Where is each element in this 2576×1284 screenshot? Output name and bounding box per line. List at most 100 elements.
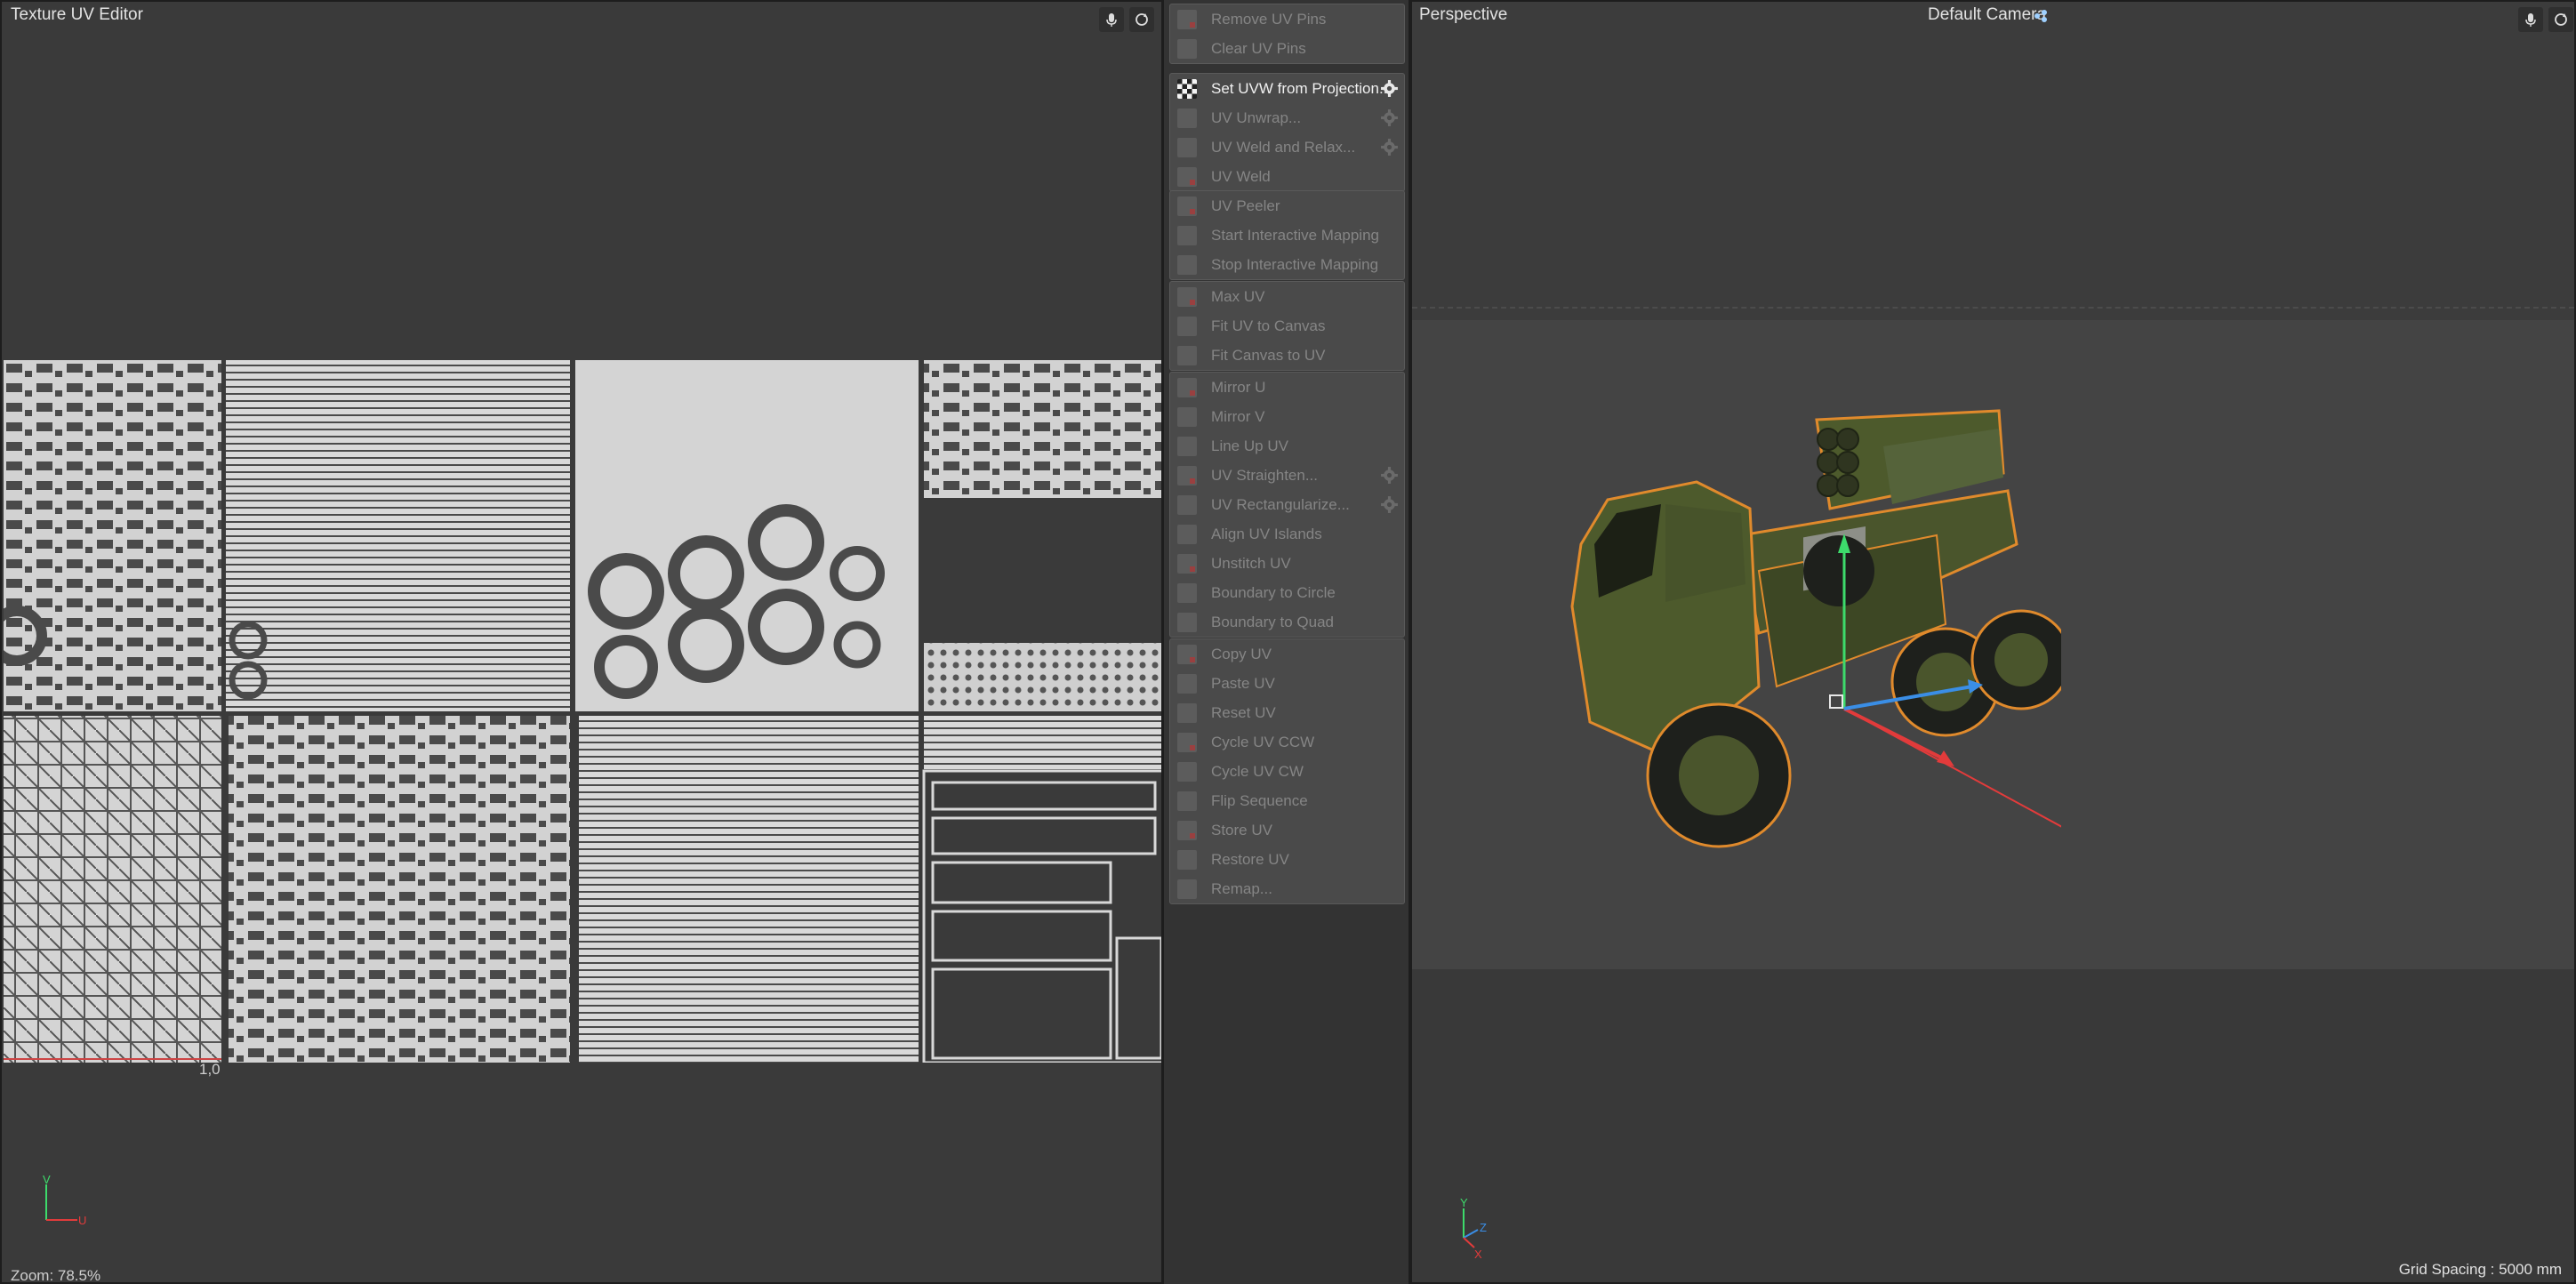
menu-item-uv-peeler[interactable]: UV Peeler (1170, 191, 1404, 221)
menu-item-label: Copy UV (1211, 645, 1272, 662)
menu-item-label: Fit UV to Canvas (1211, 317, 1326, 334)
uv-weld-icon (1177, 166, 1197, 187)
store-uv-icon (1177, 820, 1197, 840)
menu-item-reset-uv[interactable]: Reset UV (1170, 698, 1404, 727)
menu-group: Set UVW from Projection... UV Unwrap... UV… (1169, 73, 1405, 192)
menu-item-label: Reset UV (1211, 703, 1276, 721)
uv-weld-and-relax-icon (1177, 137, 1197, 157)
menu-item-align-uv-islands[interactable]: Align UV Islands (1170, 519, 1404, 549)
menu-item-uv-straighten[interactable]: UV Straighten... (1170, 461, 1404, 490)
zoom-label: Zoom: 78.5% (11, 1267, 101, 1284)
uv-tile (226, 360, 570, 711)
uv-unwrap-icon (1177, 108, 1197, 128)
perspective-viewport[interactable]: Perspective Default Camera Y Z X Grid Sp… (1410, 0, 2576, 1284)
menu-item-mirror-v[interactable]: Mirror V (1170, 402, 1404, 431)
menu-item-flip-sequence[interactable]: Flip Sequence (1170, 786, 1404, 815)
menu-item-label: Mirror U (1211, 378, 1266, 396)
uv-axis-v-label: V (43, 1176, 51, 1186)
start-interactive-mapping-icon (1177, 225, 1197, 245)
menu-group: Copy UV Paste UV Reset UV Cycle UV CCW Cycle… (1169, 638, 1405, 904)
menu-item-label: UV Unwrap... (1211, 108, 1302, 126)
menu-item-copy-uv[interactable]: Copy UV (1170, 639, 1404, 669)
menu-item-boundary-to-circle[interactable]: Boundary to Circle (1170, 578, 1404, 607)
menu-group: Remove UV Pins Clear UV Pins (1169, 4, 1405, 64)
viewport-floor-lower (1412, 969, 2574, 1282)
menu-item-label: Fit Canvas to UV (1211, 346, 1326, 364)
sync-icon[interactable] (2548, 7, 2573, 32)
menu-item-start-interactive-mapping[interactable]: Start Interactive Mapping (1170, 221, 1404, 250)
uv-command-panel: Remove UV Pins Clear UV Pins Set UVW from … (1163, 0, 1410, 1284)
menu-item-uv-unwrap[interactable]: UV Unwrap... (1170, 103, 1404, 132)
fit-uv-to-canvas-icon (1177, 316, 1197, 336)
menu-item-restore-uv[interactable]: Restore UV (1170, 845, 1404, 874)
gear-icon[interactable] (1380, 79, 1399, 98)
gear-icon[interactable] (1380, 495, 1399, 514)
uv-editor-header-icons (1099, 7, 1154, 32)
menu-item-remap[interactable]: Remap... (1170, 874, 1404, 903)
menu-item-boundary-to-quad[interactable]: Boundary to Quad (1170, 607, 1404, 637)
viewport-axis-gizmo: Y Z X (1460, 1198, 1487, 1260)
menu-item-label: UV Weld and Relax... (1211, 138, 1356, 156)
menu-group: UV Peeler Start Interactive Mapping Stop I… (1169, 190, 1405, 280)
microphone-icon[interactable] (2518, 7, 2543, 32)
uv-straighten-icon (1177, 465, 1197, 486)
uv-tile (579, 716, 919, 1063)
uv-editor-panel[interactable]: Texture UV Editor 1,0 V U Zoom: 78.5% (0, 0, 1163, 1284)
viewport-axis-x-label: X (1474, 1248, 1482, 1260)
menu-item-label: Cycle UV CW (1211, 762, 1304, 780)
microphone-icon[interactable] (1099, 7, 1124, 32)
uv-rectangularize-icon (1177, 494, 1197, 515)
menu-item-label: Boundary to Quad (1211, 613, 1334, 630)
menu-item-stop-interactive-mapping[interactable]: Stop Interactive Mapping (1170, 250, 1404, 279)
menu-item-uv-rectangularize[interactable]: UV Rectangularize... (1170, 490, 1404, 519)
menu-item-line-up-uv[interactable]: Line Up UV (1170, 431, 1404, 461)
boundary-to-circle-icon (1177, 582, 1197, 603)
gear-icon[interactable] (1380, 466, 1399, 485)
menu-item-label: Mirror V (1211, 407, 1265, 425)
menu-item-label: Clear UV Pins (1211, 39, 1306, 57)
mirror-v-icon (1177, 406, 1197, 427)
grid-spacing-label: Grid Spacing : 5000 mm (2398, 1261, 2562, 1278)
menu-item-label: UV Weld (1211, 167, 1271, 185)
cycle-uv-cw-icon (1177, 761, 1197, 782)
reset-uv-icon (1177, 702, 1197, 723)
menu-item-remove-uv-pins[interactable]: Remove UV Pins (1170, 4, 1404, 34)
menu-item-max-uv[interactable]: Max UV (1170, 282, 1404, 311)
menu-item-uv-weld[interactable]: UV Weld (1170, 162, 1404, 191)
menu-item-fit-canvas-to-uv[interactable]: Fit Canvas to UV (1170, 341, 1404, 370)
menu-item-clear-uv-pins[interactable]: Clear UV Pins (1170, 34, 1404, 63)
sync-icon[interactable] (1129, 7, 1154, 32)
uv-tile (229, 716, 570, 1063)
stop-interactive-mapping-icon (1177, 254, 1197, 275)
gear-icon[interactable] (1380, 138, 1399, 156)
menu-item-label: Max UV (1211, 287, 1265, 305)
menu-item-cycle-uv-cw[interactable]: Cycle UV CW (1170, 757, 1404, 786)
menu-item-mirror-u[interactable]: Mirror U (1170, 373, 1404, 402)
uv-axis-u-label: U (78, 1214, 86, 1227)
max-uv-icon (1177, 286, 1197, 307)
menu-item-label: Store UV (1211, 821, 1272, 839)
uv-axis-gizmo: V U (43, 1176, 86, 1227)
uv-canvas[interactable] (4, 360, 1163, 1063)
menu-item-set-uvw-from-projection[interactable]: Set UVW from Projection... (1170, 74, 1404, 103)
menu-item-fit-uv-to-canvas[interactable]: Fit UV to Canvas (1170, 311, 1404, 341)
horizon-line (1412, 307, 2574, 309)
menu-item-label: Align UV Islands (1211, 525, 1322, 542)
rocket-launcher-pod[interactable] (1815, 409, 2005, 510)
camera-icon[interactable] (2033, 8, 2050, 24)
menu-item-label: Paste UV (1211, 674, 1275, 692)
menu-item-cycle-uv-ccw[interactable]: Cycle UV CCW (1170, 727, 1404, 757)
menu-item-store-uv[interactable]: Store UV (1170, 815, 1404, 845)
menu-item-unstitch-uv[interactable]: Unstitch UV (1170, 549, 1404, 578)
camera-label[interactable]: Default Camera (1928, 5, 2046, 25)
mirror-u-icon (1177, 377, 1197, 397)
menu-item-paste-uv[interactable]: Paste UV (1170, 669, 1404, 698)
remove-uv-pins-icon (1177, 9, 1197, 29)
gear-icon[interactable] (1380, 108, 1399, 127)
truck-model[interactable] (1563, 393, 2061, 882)
menu-item-uv-weld-and-relax[interactable]: UV Weld and Relax... (1170, 132, 1404, 162)
viewport-header-icons (2518, 7, 2573, 32)
menu-group: Max UV Fit UV to Canvas Fit Canvas to UV (1169, 281, 1405, 371)
menu-group: Mirror U Mirror V Line Up UV UV Straighten.… (1169, 372, 1405, 638)
uv-editor-title: Texture UV Editor (11, 5, 143, 24)
